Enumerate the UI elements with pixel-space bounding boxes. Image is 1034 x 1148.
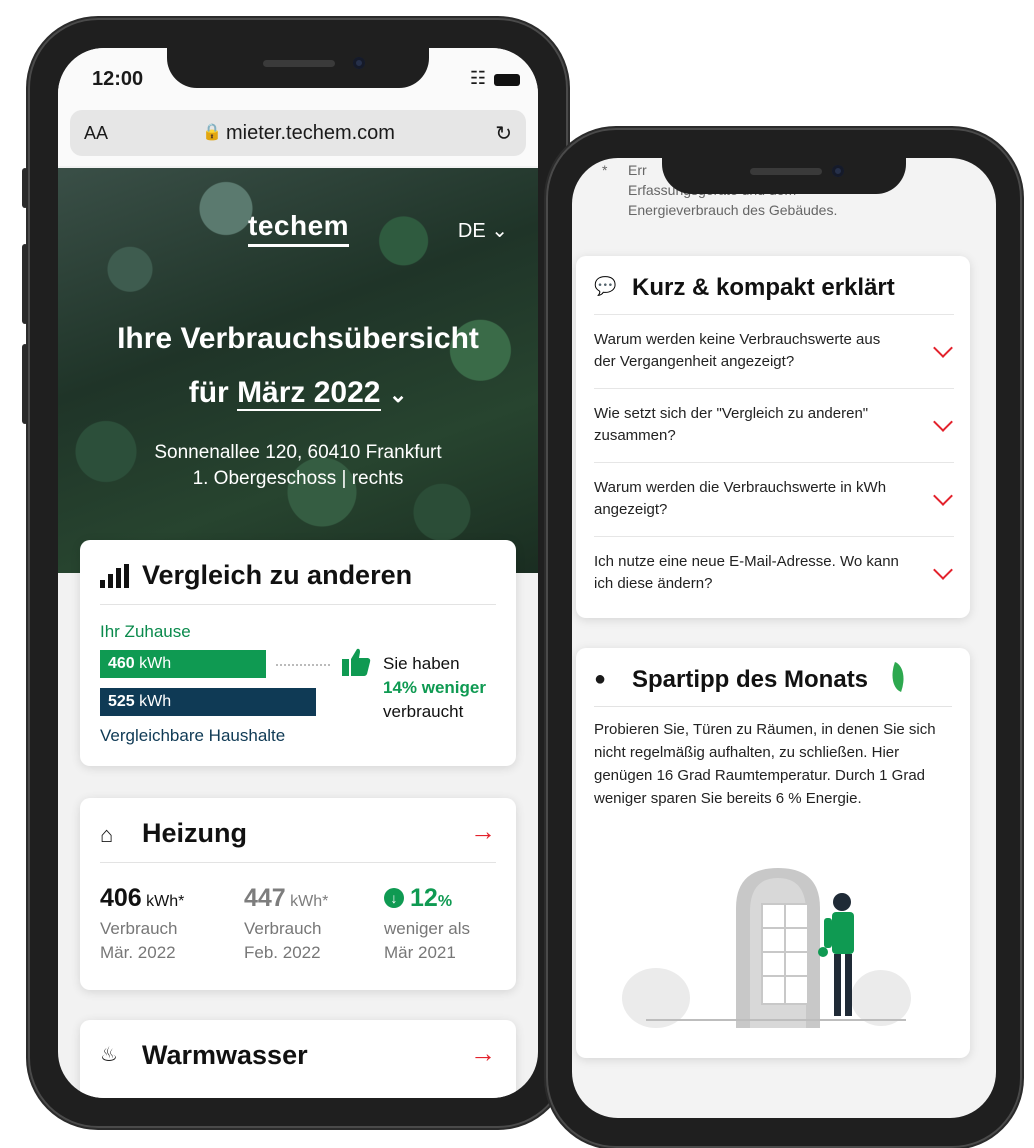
heating-title: Heizung [142, 818, 247, 848]
divider [100, 862, 496, 863]
notch [167, 48, 429, 88]
chevron-down-icon[interactable] [933, 486, 953, 506]
chevron-down-icon: ⌄ [491, 220, 508, 242]
faq-card: 💬 Kurz & kompakt erklärt Warum werden ke… [576, 256, 970, 618]
chevron-down-icon[interactable] [933, 412, 953, 432]
language-selector[interactable]: DE ⌄ [458, 218, 508, 243]
period-prefix: für [188, 376, 229, 409]
page-title: Ihre Verbrauchsübersicht [117, 322, 479, 355]
metric-change: ↓ 12% weniger als Mär 2021 [384, 884, 470, 963]
summary-line-1: Sie haben [383, 654, 460, 673]
home-consumption-bar: 460 kWh [100, 650, 266, 678]
metric-period: Mär. 2022 [100, 943, 176, 962]
chevron-down-icon[interactable] [933, 338, 953, 358]
warmwater-title: Warmwasser [142, 1040, 308, 1070]
chat-bubbles-icon: 💬 [594, 276, 617, 296]
chevron-down-icon: ⌄ [388, 382, 408, 407]
metric-value: 12 [410, 884, 438, 912]
others-consumption-bar: 525 kWh [100, 688, 316, 716]
wifi-icon: ☷ [469, 68, 486, 88]
arrow-right-icon[interactable]: → [470, 816, 496, 847]
home-unit: kWh [139, 655, 172, 672]
phone-left: 12:00 ☷ AA 🔒 mieter.techem.com ↻ techem … [22, 18, 568, 1128]
metric-unit: % [437, 893, 453, 910]
heating-card[interactable]: ⌂ Heizung → 406 kWh* Verbrauch Mär. 2022… [80, 798, 516, 990]
language-label: DE [457, 220, 486, 242]
dotted-connector [276, 664, 330, 666]
footnote-marker: * [602, 162, 608, 178]
signal-bars-icon [100, 564, 129, 588]
battery-icon [494, 74, 520, 86]
metric-previous: 447 kWh* Verbrauch Feb. 2022 [244, 884, 328, 963]
metric-unit: kWh* [146, 893, 185, 910]
leaf-icon [886, 662, 910, 692]
address-bar[interactable]: AA 🔒 mieter.techem.com ↻ [70, 110, 526, 156]
piggy-bank-icon: ● [594, 668, 607, 690]
metric-label: Verbrauch [244, 919, 322, 938]
faq-question: Wie setzt sich der "Vergleich zu anderen… [594, 405, 869, 444]
screen-right: * Err Erfassungsgeräte und dem Energieve… [572, 158, 996, 1118]
home-value: 460 [108, 655, 135, 672]
techem-logo[interactable]: techem [248, 210, 350, 247]
compare-card: Vergleich zu anderen Ihr Zuhause 460 kWh… [80, 540, 516, 766]
notch [662, 158, 906, 194]
others-value: 525 [108, 693, 135, 710]
faq-item[interactable]: Wie setzt sich der "Vergleich zu anderen… [594, 388, 954, 463]
tip-title: Spartipp des Monats [632, 666, 869, 693]
faq-title: Kurz & kompakt erklärt [632, 274, 895, 301]
footnote-line-3: Energieverbrauch des Gebäudes. [628, 202, 838, 218]
metric-unit: kWh* [290, 893, 329, 910]
thumbs-up-icon [342, 648, 371, 676]
period-value[interactable]: März 2022 [237, 376, 381, 411]
text-size-button[interactable]: AA [84, 123, 108, 144]
others-label: Vergleichbare Haushalte [100, 726, 286, 745]
divider [100, 604, 496, 605]
door-illustration [622, 868, 911, 1028]
faq-question: Ich nutze eine neue E-Mail-Adresse. Wo k… [594, 553, 899, 592]
metric-value: 447 [244, 884, 286, 912]
metric-current: 406 kWh* Verbrauch Mär. 2022 [100, 884, 184, 963]
metric-period: Mär 2021 [384, 943, 456, 962]
faq-item[interactable]: Ich nutze eine neue E-Mail-Adresse. Wo k… [594, 536, 954, 611]
metric-label: weniger als [384, 919, 470, 938]
chevron-down-icon[interactable] [933, 560, 953, 580]
others-unit: kWh [139, 693, 172, 710]
metric-value: 406 [100, 884, 142, 912]
lock-icon: 🔒 [202, 124, 222, 141]
divider [594, 706, 952, 707]
water-flame-icon: ♨ [100, 1044, 118, 1066]
period-selector[interactable]: für März 2022 ⌄ [58, 376, 538, 411]
summary-line-3: verbraucht [383, 702, 464, 721]
metric-label: Verbrauch [100, 919, 178, 938]
compare-title: Vergleich zu anderen [142, 560, 413, 590]
saving-tip-card: ● Spartipp des Monats Probieren Sie, Tür… [576, 648, 970, 1058]
tip-text: Probieren Sie, Türen zu Räumen, in denen… [594, 721, 936, 807]
clock: 12:00 [92, 68, 144, 90]
faq-question: Warum werden die Verbrauchswerte in kWh … [594, 479, 887, 518]
url-text[interactable]: mieter.techem.com [226, 122, 395, 145]
screen-left: 12:00 ☷ AA 🔒 mieter.techem.com ↻ techem … [58, 48, 538, 1098]
arrow-right-icon[interactable]: → [470, 1038, 496, 1069]
home-label: Ihr Zuhause [100, 622, 191, 641]
hero-banner: techem DE ⌄ Ihre Verbrauchsübersicht für… [58, 168, 538, 573]
mute-switch [22, 168, 28, 208]
address-line-2: 1. Obergeschoss | rechts [192, 468, 404, 489]
radiator-icon: ⌂ [100, 822, 114, 847]
volume-down-button [22, 344, 28, 424]
faq-question: Warum werden keine Verbrauchswerte aus d… [594, 331, 881, 370]
volume-up-button [22, 244, 28, 324]
faq-item[interactable]: Warum werden keine Verbrauchswerte aus d… [594, 314, 954, 389]
summary-line-2: 14% weniger [383, 678, 486, 697]
warmwater-card[interactable]: ♨ Warmwasser → [80, 1020, 516, 1098]
address-line-1: Sonnenallee 120, 60410 Frankfurt [154, 442, 442, 463]
metric-period: Feb. 2022 [244, 943, 321, 962]
reload-icon[interactable]: ↻ [495, 121, 512, 146]
arrow-down-circle-icon: ↓ [384, 888, 404, 908]
phone-right: * Err Erfassungsgeräte und dem Energieve… [546, 128, 1022, 1148]
faq-item[interactable]: Warum werden die Verbrauchswerte in kWh … [594, 462, 954, 537]
